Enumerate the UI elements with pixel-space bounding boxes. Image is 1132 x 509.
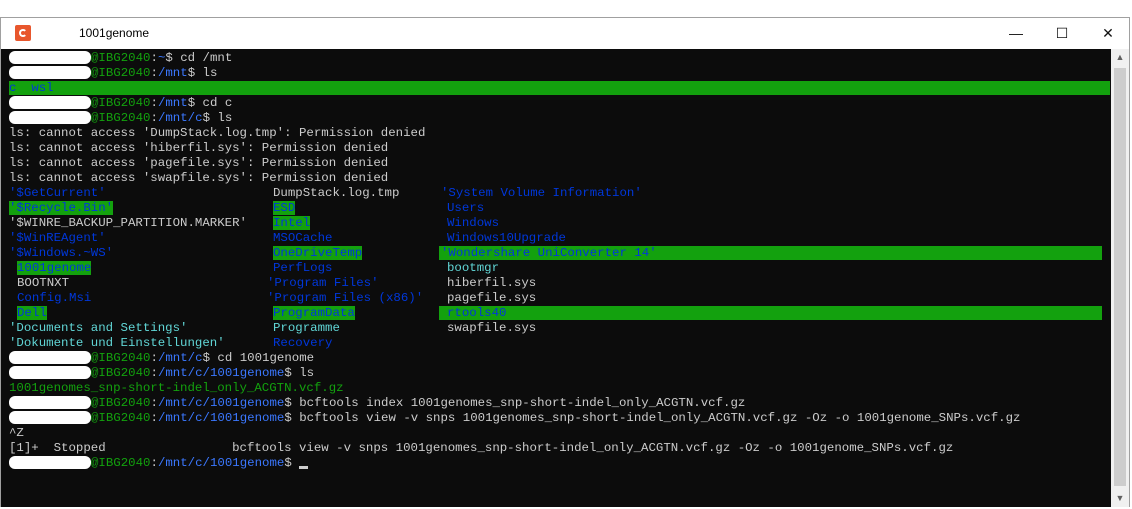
scroll-up-icon[interactable]: ▲ [1111, 49, 1129, 66]
redaction [9, 411, 91, 425]
listing-entry: Intel [273, 216, 311, 230]
prompt-line: @IBG2040:/mnt$ cd c [9, 96, 232, 111]
listing-entry: 'Documents and Settings' [9, 321, 188, 335]
listing-entry: Windows [447, 216, 500, 230]
redaction [9, 366, 91, 380]
listing-entry: Programme [273, 321, 340, 335]
highlight-bar [439, 306, 1102, 320]
error-line: ls: cannot access 'swapfile.sys': Permis… [9, 171, 389, 185]
listing-entry: pagefile.sys [447, 291, 537, 305]
listing-entry: ProgramData [273, 306, 355, 320]
window-title-text: 1001genome [79, 26, 150, 40]
error-line: ls: cannot access 'hiberfil.sys': Permis… [9, 141, 389, 155]
listing-entry: BOOTNXT [17, 276, 70, 290]
prompt-line: @IBG2040:/mnt/c/1001genome$ ls [9, 366, 314, 381]
maximize-button[interactable]: ☐ [1039, 18, 1085, 49]
listing-entry: '$GetCurrent' [9, 186, 106, 200]
listing-entry: MSOCache [273, 231, 333, 245]
redaction [9, 351, 91, 365]
listing-entry: DumpStack.log.tmp [273, 186, 400, 200]
listing-entry: Users [447, 201, 485, 215]
redaction [9, 456, 91, 470]
window-title: 1001genome [41, 26, 149, 40]
highlight-bar [9, 81, 1110, 95]
error-line: ls: cannot access 'pagefile.sys': Permis… [9, 156, 389, 170]
listing-entry: swapfile.sys [447, 321, 537, 335]
redaction [9, 96, 91, 110]
redaction [9, 66, 91, 80]
listing-entry: ESD [273, 201, 296, 215]
redaction [41, 28, 77, 40]
prompt-line: @IBG2040:~$ cd /mnt [9, 51, 232, 66]
error-line: ls: cannot access 'DumpStack.log.tmp': P… [9, 126, 426, 140]
prompt-line: @IBG2040:/mnt/c$ ls [9, 111, 232, 126]
scroll-down-icon[interactable]: ▼ [1111, 490, 1129, 507]
listing-entry: hiberfil.sys [447, 276, 537, 290]
minimize-button[interactable]: — [993, 18, 1039, 49]
listing-entry: 'Dokumente und Einstellungen' [9, 336, 225, 350]
listing-entry: '$Windows.~WS' [9, 246, 114, 260]
ls-output-line: c wsl [9, 81, 54, 95]
prompt-line: @IBG2040:/mnt/c/1001genome$ bcftools ind… [9, 396, 745, 411]
listing-entry: '$Recycle.Bin' [9, 201, 114, 215]
listing-entry: 'Wondershare UniConverter 14' [441, 246, 657, 260]
title-bar: 1001genome — ☐ ✕ [1, 18, 1129, 49]
listing-entry: Config.Msi [17, 291, 92, 305]
listing-entry: '$WinREAgent' [9, 231, 106, 245]
prompt-line: @IBG2040:/mnt/c$ cd 1001genome [9, 351, 314, 366]
prompt-line: @IBG2040:/mnt/c/1001genome$ [9, 456, 309, 471]
prompt-line: @IBG2040:/mnt$ ls [9, 66, 217, 81]
listing-entry: Dell [17, 306, 47, 320]
listing-entry: 'Program Files' [267, 276, 379, 290]
listing-entry: '$WINRE_BACKUP_PARTITION.MARKER' [9, 216, 247, 230]
listing-entry: 'System Volume Information' [441, 186, 642, 200]
redaction [9, 111, 91, 125]
listing-entry: OneDriveTemp [273, 246, 363, 260]
redaction [9, 51, 91, 65]
listing-entry: rtools40 [447, 306, 507, 320]
vertical-scrollbar[interactable]: ▲ ▼ [1111, 49, 1129, 507]
ctrl-z-line: ^Z [9, 426, 24, 440]
job-status-line: [1]+ Stopped bcftools view -v snps 1001g… [9, 441, 954, 455]
listing-entry: 1001genome [17, 261, 92, 275]
listing-entry: Recovery [273, 336, 333, 350]
file-listing-line: 1001genomes_snp-short-indel_only_ACGTN.v… [9, 381, 344, 395]
prompt-line: @IBG2040:/mnt/c/1001genome$ bcftools vie… [9, 411, 1020, 426]
text-cursor [299, 466, 309, 469]
listing-entry: PerfLogs [273, 261, 333, 275]
app-icon [15, 25, 31, 41]
terminal-window: 1001genome — ☐ ✕ @IBG2040:~$ cd /mnt @IB… [0, 17, 1130, 507]
listing-entry: Windows10Upgrade [447, 231, 566, 245]
listing-entry: 'Program Files (x86)' [267, 291, 424, 305]
close-button[interactable]: ✕ [1085, 18, 1131, 49]
terminal-output[interactable]: @IBG2040:~$ cd /mnt @IBG2040:/mnt$ ls c … [1, 49, 1111, 507]
redaction [9, 396, 91, 410]
scrollbar-thumb[interactable] [1114, 68, 1126, 486]
listing-entry: bootmgr [447, 261, 500, 275]
